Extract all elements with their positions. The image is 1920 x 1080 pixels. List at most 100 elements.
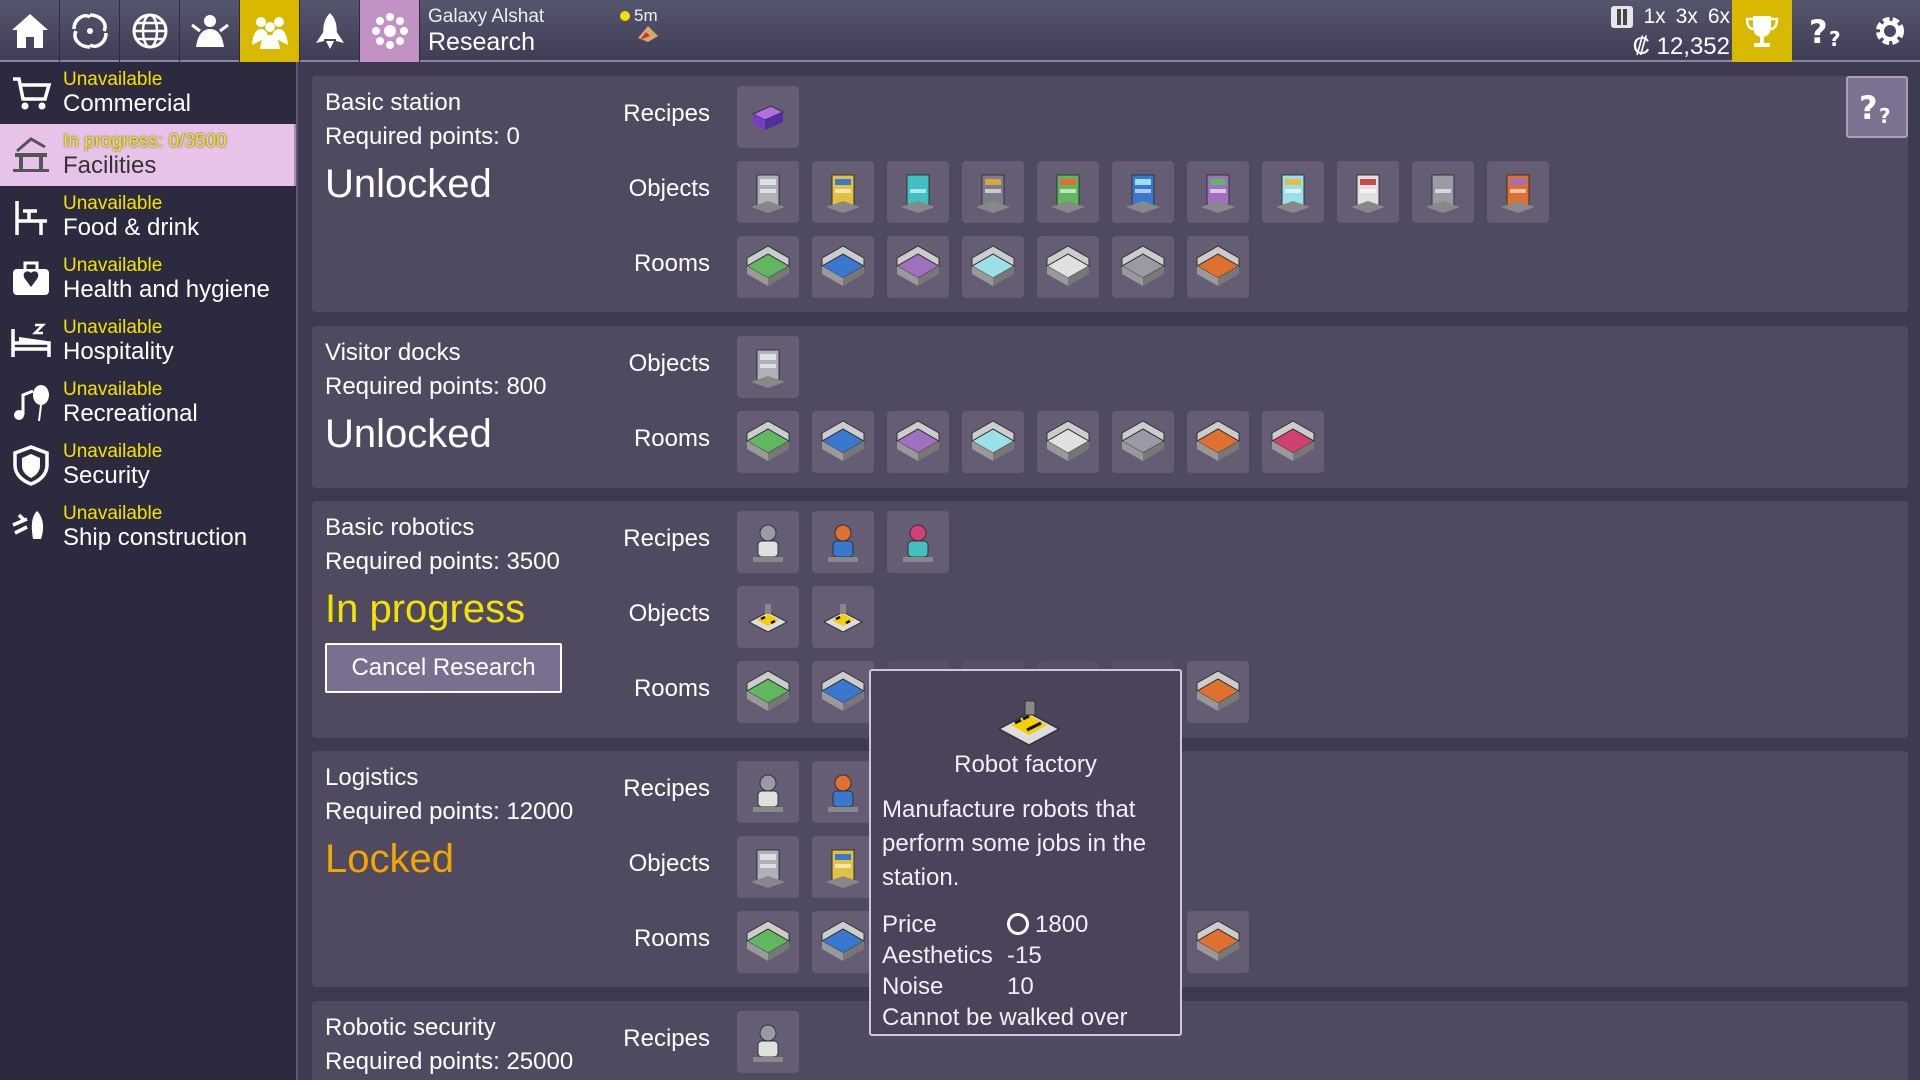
category-food-drink[interactable]: Unavailable Food & drink [0,186,296,248]
robot-icon [903,524,933,562]
room-tile[interactable] [812,661,874,723]
category-label: Recreational [63,400,198,427]
room-tile[interactable] [1262,411,1324,473]
room-tile[interactable] [812,411,874,473]
robot-tile[interactable] [737,511,799,573]
object-tile[interactable] [887,161,949,223]
category-health-hygiene[interactable]: Unavailable Health and hygiene [0,248,296,310]
room-icon [820,920,866,961]
dining-icon [8,194,54,240]
galaxy-icon [71,13,108,49]
speed-1x[interactable]: 1x [1643,2,1665,32]
room-tile[interactable] [962,236,1024,298]
category-label: Commercial [63,90,192,117]
room-tile[interactable] [737,911,799,973]
category-ship-construction[interactable]: Unavailable Ship construction [0,496,296,558]
object-tile[interactable] [812,161,874,223]
room-tile[interactable] [1112,236,1174,298]
research-help-button[interactable]: ?? [1846,76,1908,138]
object-icon [1201,174,1235,213]
object-tile[interactable] [1262,161,1324,223]
robot-tile[interactable] [812,761,874,823]
object-tile[interactable] [737,161,799,223]
object-tile[interactable] [812,836,874,898]
category-status: Unavailable [63,379,163,400]
robot-tile[interactable] [887,511,949,573]
room-icon [820,245,866,286]
room-tile[interactable] [737,411,799,473]
robot-factory-icon [997,700,1061,746]
room-icon [895,420,941,461]
globe-icon [132,13,167,49]
robot-tile[interactable] [737,761,799,823]
category-security[interactable]: Unavailable Security [0,434,296,496]
room-tile[interactable] [1037,411,1099,473]
crew-tab[interactable] [240,0,300,62]
noise-label: Noise [882,973,944,1000]
category-status: Unavailable [63,441,163,462]
galaxy-tab[interactable] [60,0,120,62]
object-tile[interactable] [737,336,799,398]
room-tile[interactable] [812,236,874,298]
category-recreational[interactable]: Unavailable Recreational [0,372,296,434]
aesthetics-label: Aesthetics [882,942,993,969]
credits-icon [1007,913,1029,935]
object-tile[interactable] [1337,161,1399,223]
robot-icon [753,1024,783,1062]
room-tile[interactable] [962,411,1024,473]
recipe-tile[interactable] [737,86,799,148]
facilities-icon [8,132,54,178]
cancel-research-button[interactable]: Cancel Research [325,643,562,693]
room-tile[interactable] [1037,236,1099,298]
home-tab[interactable] [0,0,60,62]
room-icon [1195,670,1241,711]
row-label-objects: Objects [628,850,710,877]
crew-icon [251,17,288,49]
robot-icon [753,524,783,562]
robot-tile[interactable] [737,1011,799,1073]
settings-button[interactable] [1860,0,1920,62]
speed-3x[interactable]: 3x [1676,2,1698,32]
object-tile[interactable] [1187,161,1249,223]
object-tile[interactable] [737,836,799,898]
machine-tile[interactable] [812,586,874,648]
help-button[interactable]: ?? [1796,0,1856,62]
room-tile[interactable] [737,661,799,723]
object-tile[interactable] [1412,161,1474,223]
object-tile[interactable] [1037,161,1099,223]
globe-tab[interactable] [120,0,180,62]
robot-tile[interactable] [812,511,874,573]
room-tile[interactable] [1187,411,1249,473]
room-icon [745,245,791,286]
achievements-button[interactable] [1732,0,1792,62]
required-points: Required points: 25000 [325,1048,574,1075]
category-hospitality[interactable]: Unavailable Hospitality [0,310,296,372]
people-tab[interactable] [180,0,240,62]
room-tile[interactable] [1187,236,1249,298]
room-tile[interactable] [737,236,799,298]
room-tile[interactable] [887,236,949,298]
top-bar: Galaxy Alshat Research 5m 1x 3x 6x ₡ 12,… [0,0,1920,62]
object-tile[interactable] [1112,161,1174,223]
research-tab[interactable] [360,0,420,62]
rocket-tab[interactable] [300,0,360,62]
row-label-rooms: Rooms [633,250,710,277]
help-icon: ?? [1809,13,1841,51]
category-facilities[interactable]: In progress: 0/3500 Facilities [0,124,296,186]
room-icon [820,670,866,711]
room-tile[interactable] [1187,661,1249,723]
category-commercial[interactable]: Unavailable Commercial [0,62,296,124]
help-icon: ?? [1859,89,1891,128]
pause-icon[interactable] [1611,6,1634,28]
room-tile[interactable] [812,911,874,973]
room-tile[interactable] [1187,911,1249,973]
room-tile[interactable] [1112,411,1174,473]
machine-tile[interactable] [737,586,799,648]
object-tile[interactable] [962,161,1024,223]
object-tile[interactable] [1487,161,1549,223]
event-timer[interactable]: 5m [620,6,658,42]
speed-6x[interactable]: 6x [1708,2,1730,32]
category-label: Health and hygiene [63,276,270,303]
item-tooltip: Robot factory Manufacture robots that pe… [869,669,1182,1036]
room-tile[interactable] [887,411,949,473]
